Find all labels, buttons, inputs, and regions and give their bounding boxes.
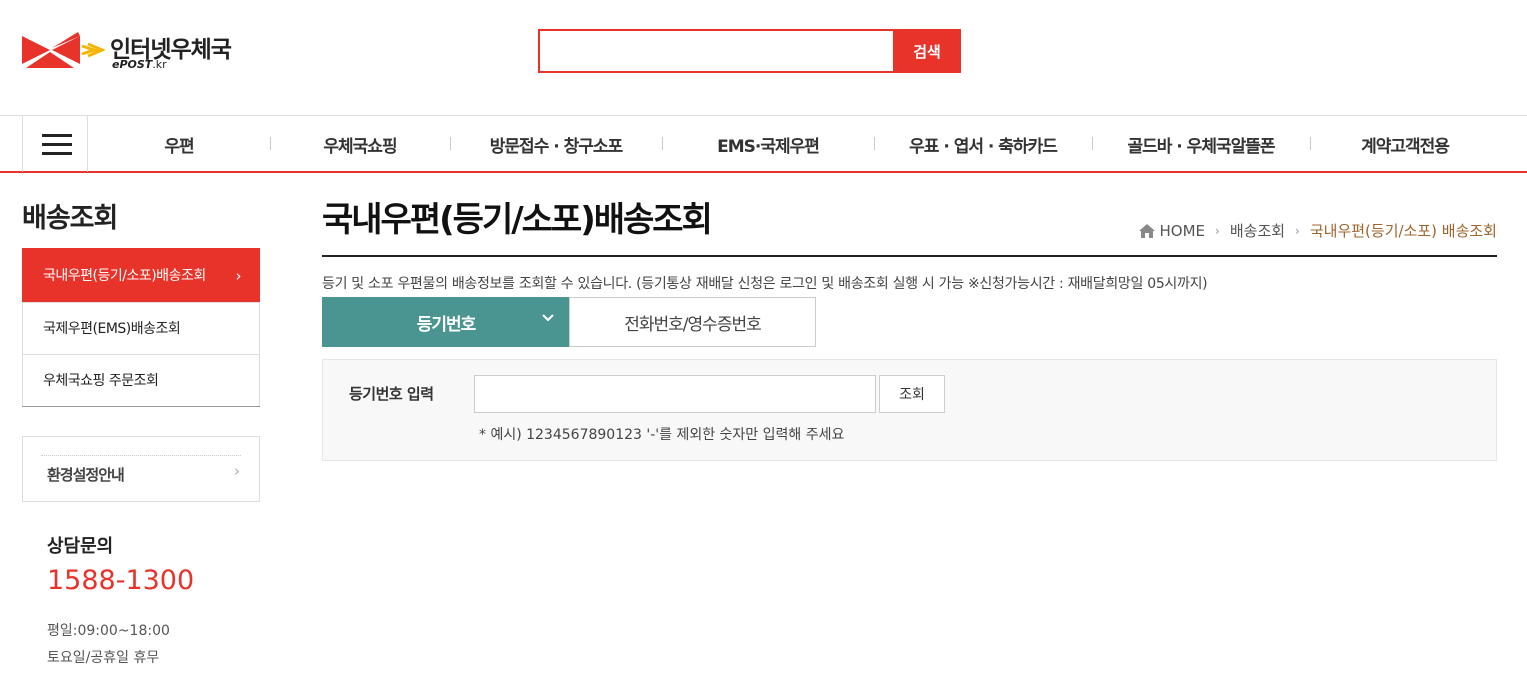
- input-hint: * 예시) 1234567890123 '-'를 제외한 숫자만 입력해 주세요: [479, 427, 845, 443]
- search-input[interactable]: [538, 29, 894, 73]
- home-icon: [1138, 223, 1155, 238]
- sidebar-item-domestic-tracking[interactable]: 국내우편(등기/소포)배송조회 ›: [22, 248, 260, 302]
- env-settings-label: 환경설정안내: [47, 466, 125, 484]
- breadcrumb-home[interactable]: HOME: [1160, 222, 1206, 240]
- sidebar-menu: 국내우편(등기/소포)배송조회 › 국제우편(EMS)배송조회 우체국쇼핑 주문…: [22, 248, 260, 407]
- tab-label: 등기번호: [416, 314, 477, 335]
- env-settings-link[interactable]: 환경설정안내 ›: [41, 455, 241, 491]
- gnb-item-post[interactable]: 우편: [88, 116, 270, 172]
- hamburger-icon-bar: [42, 143, 72, 146]
- epost-logo[interactable]: 인터넷우체국 ePOST.kr: [22, 28, 262, 76]
- logo-sub-domain: .kr: [152, 58, 167, 71]
- gnb-item-contract[interactable]: 계약고객전용: [1310, 116, 1500, 172]
- tracking-search-panel: 등기번호 입력 조회 * 예시) 1234567890123 '-'를 제외한 …: [322, 359, 1497, 461]
- chevron-right-icon: ›: [234, 462, 240, 480]
- sidebar-item-ems-tracking[interactable]: 국제우편(EMS)배송조회: [22, 302, 260, 354]
- gnb-item-stamps[interactable]: 우표 · 엽서 · 축하카드: [874, 116, 1092, 172]
- sidebar-item-shopping-order[interactable]: 우체국쇼핑 주문조회: [22, 354, 260, 406]
- lookup-button[interactable]: 조회: [879, 375, 945, 413]
- logo-sub: ePOST.kr: [112, 58, 167, 71]
- gnb-item-shopping[interactable]: 우체국쇼핑: [270, 116, 450, 172]
- cs-phone-number: 1588-1300: [47, 565, 195, 596]
- site-header: 인터넷우체국 ePOST.kr 검색: [0, 0, 1527, 115]
- hamburger-icon-bar: [42, 134, 72, 137]
- chevron-right-icon: ›: [235, 267, 242, 285]
- breadcrumb-separator-icon: ›: [1215, 223, 1220, 238]
- gnb-item-goldbar-mobile[interactable]: 골드바 · 우체국알뜰폰: [1092, 116, 1310, 172]
- cs-hours-weekend: 토요일/공휴일 휴무: [47, 650, 160, 666]
- tab-label: 전화번호/영수증번호: [624, 314, 761, 335]
- epost-logo-icon: [22, 32, 106, 68]
- env-settings-box[interactable]: 환경설정안내 ›: [22, 436, 260, 502]
- sidebar-item-label: 국제우편(EMS)배송조회: [43, 321, 181, 337]
- sidebar-title: 배송조회: [22, 203, 118, 234]
- search-button[interactable]: 검색: [893, 29, 961, 73]
- breadcrumb-tracking[interactable]: 배송조회: [1230, 220, 1285, 241]
- chevron-down-icon: [542, 314, 554, 322]
- tab-phone-receipt[interactable]: 전화번호/영수증번호: [569, 297, 816, 347]
- sidebar-item-label: 국내우편(등기/소포)배송조회: [43, 268, 206, 284]
- breadcrumb-separator-icon: ›: [1295, 223, 1300, 238]
- page-title: 국내우편(등기/소포)배송조회: [322, 200, 713, 240]
- page-description: 등기 및 소포 우편물의 배송정보를 조회할 수 있습니다. (등기통상 재배달…: [322, 276, 1208, 292]
- registration-input-label: 등기번호 입력: [349, 385, 434, 403]
- global-nav: 우편 우체국쇼핑 방문접수 · 창구소포 EMS·국제우편 우표 · 엽서 · …: [0, 115, 1527, 173]
- gnb-item-ems[interactable]: EMS·국제우편: [662, 116, 874, 172]
- cs-hours-weekday: 평일:09:00~18:00: [47, 623, 170, 639]
- title-divider: [322, 255, 1497, 257]
- sidebar-item-label: 우체국쇼핑 주문조회: [43, 373, 159, 389]
- gnb-list: 우편 우체국쇼핑 방문접수 · 창구소포 EMS·국제우편 우표 · 엽서 · …: [88, 116, 1500, 172]
- hamburger-menu-button[interactable]: [22, 116, 88, 172]
- breadcrumb-current: 국내우편(등기/소포) 배송조회: [1309, 222, 1497, 240]
- logo-sub-brand: ePOST: [112, 58, 153, 71]
- tab-registration-number[interactable]: 등기번호: [322, 297, 570, 347]
- cs-title: 상담문의: [47, 536, 114, 557]
- breadcrumb: HOME › 배송조회 › 국내우편(등기/소포) 배송조회: [1138, 220, 1497, 241]
- hamburger-icon-bar: [42, 152, 72, 155]
- registration-number-input[interactable]: [474, 375, 876, 413]
- gnb-item-visit-parcel[interactable]: 방문접수 · 창구소포: [450, 116, 662, 172]
